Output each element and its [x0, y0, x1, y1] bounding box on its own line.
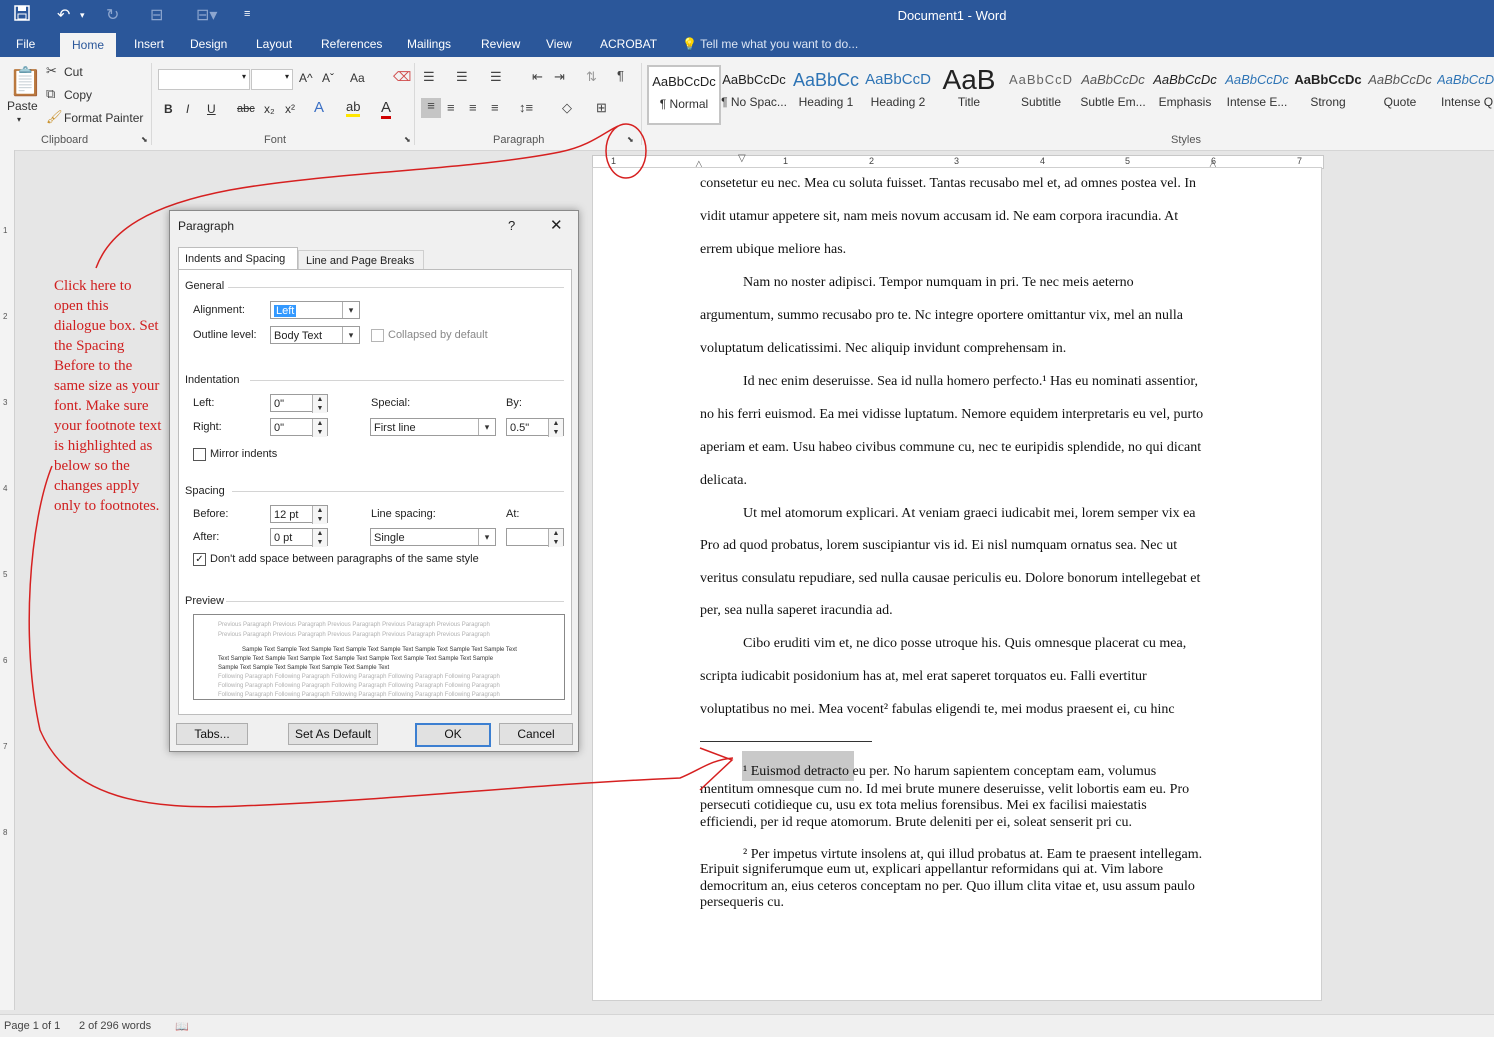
preview-following-line: Following Paragraph Following Paragraph … [218, 674, 500, 680]
collapsed-label: Collapsed by default [388, 329, 488, 341]
outline-level-select[interactable]: Body Text ▾ [270, 326, 360, 344]
preview-sample-line: Sample Text Sample Text Sample Text Samp… [218, 665, 390, 671]
preview-following-line: Following Paragraph Following Paragraph … [218, 683, 500, 689]
preview-following-line: Following Paragraph Following Paragraph … [218, 692, 500, 698]
spinner-icon[interactable]: ▲ ▼ [548, 529, 563, 547]
alignment-label: Alignment: [193, 304, 245, 316]
right-indent-value: 0" [274, 422, 285, 434]
preview-sample-line: Sample Text Sample Text Sample Text Samp… [242, 647, 517, 653]
alignment-value: Left [274, 305, 297, 317]
spacing-before-input[interactable]: 12 pt ▲ ▼ [270, 505, 328, 524]
indentation-heading: Indentation [185, 374, 240, 386]
at-input[interactable]: ▲ ▼ [506, 528, 564, 547]
help-icon[interactable]: ? [508, 218, 515, 233]
outline-level-label: Outline level: [193, 329, 257, 341]
spacing-after-label: After: [193, 531, 220, 543]
left-indent-value: 0" [274, 398, 285, 410]
preview-previous-line: Previous Paragraph Previous Paragraph Pr… [218, 622, 490, 628]
spacing-after-value: 0 pt [274, 532, 293, 544]
preview-sample-line: Text Sample Text Sample Text Sample Text… [218, 656, 494, 662]
proofing-icon[interactable]: 📖 [175, 1020, 189, 1033]
status-bar: Page 1 of 1 2 of 296 words 📖 [0, 1014, 1494, 1037]
chevron-down-icon: ▾ [342, 327, 359, 343]
divider [250, 380, 564, 381]
tab-label: Indents and Spacing [185, 253, 286, 265]
tab-label: Line and Page Breaks [306, 255, 415, 267]
left-indent-input[interactable]: 0" ▲ ▼ [270, 394, 328, 413]
tab-line-and-page-breaks[interactable]: Line and Page Breaks [298, 250, 424, 270]
collapsed-checkbox[interactable] [371, 329, 384, 342]
spacing-heading: Spacing [185, 485, 225, 497]
divider [228, 287, 564, 288]
preview-box: Previous Paragraph Previous Paragraph Pr… [193, 614, 565, 700]
outline-level-value: Body Text [274, 330, 323, 342]
dont-add-space-checkbox[interactable]: ✓ [193, 553, 206, 566]
preview-heading: Preview [185, 595, 225, 607]
set-as-default-button[interactable]: Set As Default [288, 723, 378, 745]
spinner-icon[interactable]: ▲ ▼ [312, 529, 327, 547]
spinner-icon[interactable]: ▲ ▼ [312, 419, 327, 437]
special-value: First line [374, 422, 416, 434]
general-heading: General [185, 280, 225, 292]
paragraph-dialog: Paragraph ? ✕ Indents and Spacing Line a… [169, 210, 579, 752]
by-label: By: [506, 397, 522, 409]
mirror-indents-checkbox[interactable] [193, 448, 206, 461]
special-select[interactable]: First line ▾ [370, 418, 496, 436]
tab-indents-and-spacing[interactable]: Indents and Spacing [178, 247, 298, 270]
chevron-down-icon: ▾ [478, 419, 495, 435]
close-icon[interactable]: ✕ [550, 216, 563, 234]
spacing-before-label: Before: [193, 508, 229, 520]
spacing-before-value: 12 pt [274, 509, 299, 521]
ok-button[interactable]: OK [415, 723, 491, 747]
right-indent-input[interactable]: 0" ▲ ▼ [270, 418, 328, 437]
tabs-button[interactable]: Tabs... [176, 723, 248, 745]
line-spacing-label: Line spacing: [371, 508, 436, 520]
cancel-button[interactable]: Cancel [499, 723, 573, 745]
left-indent-label: Left: [193, 397, 215, 409]
spinner-icon[interactable]: ▲ ▼ [312, 395, 327, 413]
line-spacing-select[interactable]: Single ▾ [370, 528, 496, 546]
special-label: Special: [371, 397, 411, 409]
by-value: 0.5" [510, 422, 530, 434]
spacing-after-input[interactable]: 0 pt ▲ ▼ [270, 528, 328, 547]
dont-add-space-label: Don't add space between paragraphs of th… [210, 553, 479, 565]
divider [232, 491, 564, 492]
spinner-icon[interactable]: ▲ ▼ [548, 419, 563, 437]
word-count[interactable]: 2 of 296 words [79, 1020, 151, 1032]
divider [226, 601, 564, 602]
chevron-down-icon: ▾ [478, 529, 495, 545]
alignment-select[interactable]: Left ▾ [270, 301, 360, 319]
by-input[interactable]: 0.5" ▲ ▼ [506, 418, 564, 437]
spinner-icon[interactable]: ▲ ▼ [312, 506, 327, 524]
line-spacing-value: Single [374, 532, 405, 544]
dialog-title: Paragraph [178, 219, 235, 233]
page-count[interactable]: Page 1 of 1 [4, 1020, 60, 1032]
preview-previous-line: Previous Paragraph Previous Paragraph Pr… [218, 632, 490, 638]
right-indent-label: Right: [193, 421, 222, 433]
mirror-indents-label: Mirror indents [210, 448, 278, 460]
at-label: At: [506, 508, 520, 520]
chevron-down-icon: ▾ [342, 302, 359, 318]
